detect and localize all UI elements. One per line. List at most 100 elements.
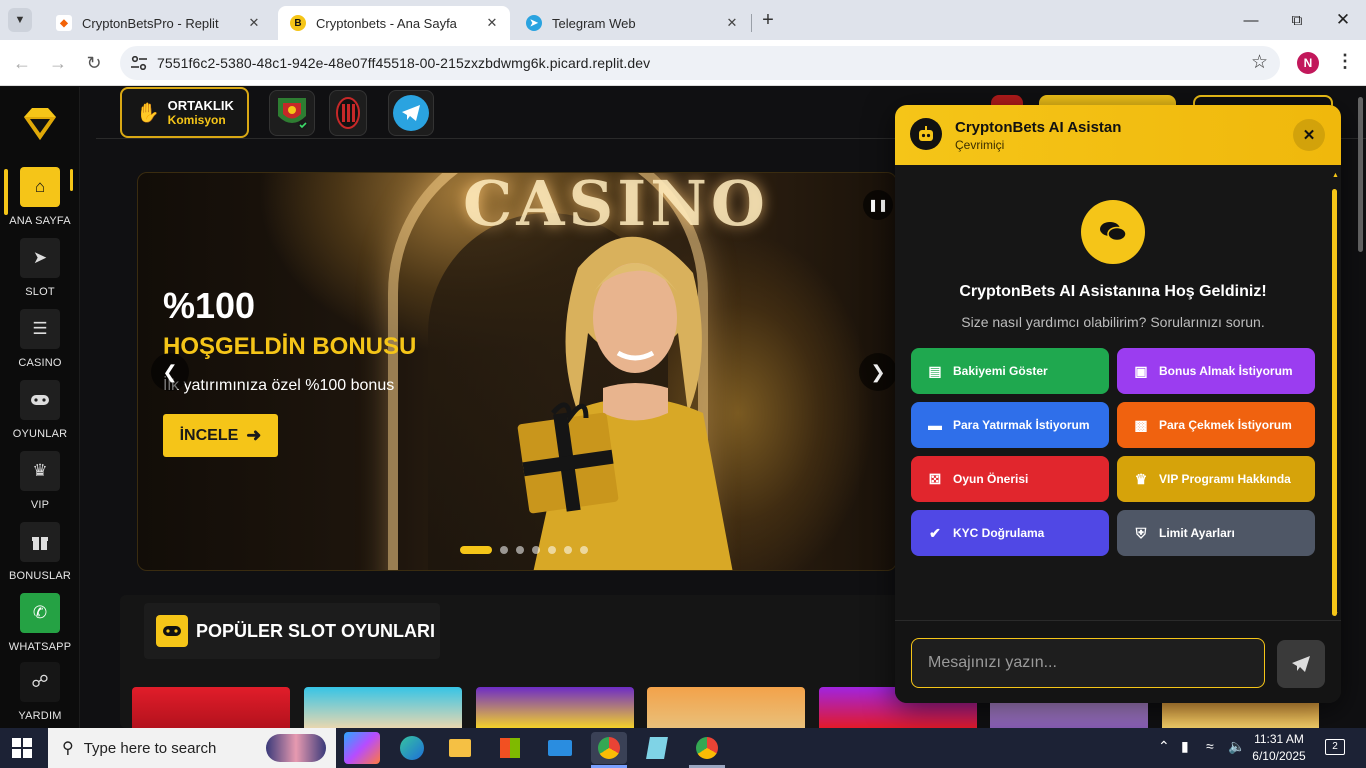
quick-action-button[interactable]: ▩ Para Çekmek İstiyorum (1117, 402, 1315, 448)
whatsapp-icon: ✆ (20, 593, 60, 633)
chat-header: CryptonBets AI Asistan Çevrimiçi ✕ (895, 105, 1341, 165)
game-thumbnail[interactable] (304, 687, 462, 728)
mail-icon[interactable] (542, 732, 578, 764)
page-scrollbar[interactable] (1358, 97, 1363, 252)
volume-icon[interactable]: 🔈 (1228, 738, 1245, 755)
taskbar-clock[interactable]: 11:31 AM 6/10/2025 (1248, 731, 1310, 765)
sidebar-item-casino[interactable]: ☰ CASINO (0, 309, 80, 375)
tab-title: Telegram Web (552, 15, 636, 31)
slider-dot[interactable] (532, 546, 540, 554)
slider-dot[interactable] (548, 546, 556, 554)
tab-cryptonbets[interactable]: B Cryptonbets - Ana Sayfa ✕ (278, 6, 510, 40)
slider-prev-button[interactable]: ❮ (151, 353, 189, 391)
windows-start-icon[interactable] (12, 738, 32, 758)
close-icon[interactable]: ✕ (484, 15, 500, 31)
minimize-button[interactable]: — (1228, 6, 1274, 34)
close-window-button[interactable]: ✕ (1320, 6, 1366, 34)
send-icon (1292, 656, 1310, 672)
address-bar[interactable]: 7551f6c2-5380-48c1-942e-48e07ff45518-00-… (120, 46, 1280, 80)
chat-message-input[interactable] (911, 638, 1265, 688)
bookmark-star-icon[interactable]: ☆ (1251, 51, 1268, 74)
restore-button[interactable]: ⧉ (1274, 6, 1320, 34)
sidebar-item-vip[interactable]: ♛ VIP (0, 451, 80, 517)
rocket-icon: ➤ (20, 238, 60, 278)
site-info-icon[interactable] (130, 54, 148, 72)
hero-slider: CASINO %100 HOŞGELDİN BONUSU İlk yatırım… (137, 172, 897, 571)
slider-dot[interactable] (500, 546, 508, 554)
slider-next-button[interactable]: ❯ (859, 353, 896, 391)
scroll-up-icon[interactable]: ▲ (1332, 172, 1339, 179)
file-explorer-icon[interactable] (442, 732, 478, 764)
partner-commission-button[interactable]: ✋ ORTAKLIK Komisyon (120, 87, 249, 138)
crown-icon: ♛ (1134, 470, 1148, 487)
slider-dot[interactable] (460, 546, 492, 554)
popular-section-title: POPÜLER SLOT OYUNLARI (196, 620, 436, 641)
quick-action-button[interactable]: ♛ VIP Programı Hakkında (1117, 456, 1315, 502)
menu-icon[interactable]: ⋮ (1336, 51, 1354, 72)
telegram-button[interactable] (388, 90, 434, 136)
copilot-icon[interactable] (344, 732, 380, 764)
chrome-icon[interactable] (689, 732, 725, 764)
microsoft-store-icon[interactable] (492, 732, 528, 764)
slider-dot[interactable] (580, 546, 588, 554)
quick-action-label: Para Yatırmak İstiyorum (953, 418, 1090, 432)
quick-action-label: Para Çekmek İstiyorum (1159, 418, 1292, 432)
forward-button[interactable]: → (46, 51, 70, 75)
home-icon: ⌂ (20, 167, 60, 207)
sidebar-item-bonuslar[interactable]: BONUSLAR (0, 522, 80, 588)
quick-action-button[interactable]: ▣ Bonus Almak İstiyorum (1117, 348, 1315, 394)
hero-cta-button[interactable]: İNCELE ➜ (163, 414, 278, 457)
game-thumbnail[interactable] (132, 687, 290, 728)
sidebar-item-oyunlar[interactable]: OYUNLAR (0, 380, 80, 446)
quick-action-label: Oyun Önerisi (953, 472, 1029, 486)
wifi-icon[interactable]: ≈ (1206, 738, 1214, 754)
slider-dot[interactable] (516, 546, 524, 554)
quick-action-button[interactable]: ✔ KYC Doğrulama (911, 510, 1109, 556)
search-icon: ⚲ (62, 740, 74, 757)
galatasaray-badge-button[interactable] (269, 90, 315, 136)
close-icon[interactable]: ✕ (246, 15, 262, 31)
sidebar-item-whatsapp[interactable]: ✆ WHATSAPP (0, 593, 80, 659)
windows-taskbar: ⚲ Type here to search ⌃ ▮ ≈ 🔈 11:31 AM 6… (0, 728, 1366, 768)
tab-telegram[interactable]: ➤ Telegram Web ✕ (514, 6, 750, 40)
robot-icon (910, 118, 942, 150)
quick-action-button[interactable]: ▤ Bakiyemi Göster (911, 348, 1109, 394)
scroll-down-icon[interactable]: ▼ (1332, 611, 1339, 618)
reload-button[interactable]: ↻ (82, 51, 106, 75)
tab-search-button[interactable]: ▼ (8, 8, 32, 32)
sidebar-item-ana-sayfa[interactable]: ⌂ ANA SAYFA (0, 167, 80, 233)
game-thumbnail[interactable] (647, 687, 805, 728)
back-button[interactable]: ← (10, 51, 34, 75)
slider-dot[interactable] (564, 546, 572, 554)
cryptonbets-logo-icon[interactable] (20, 105, 60, 143)
coins-icon: ☰ (20, 309, 60, 349)
ac-milan-logo-icon (336, 97, 360, 129)
new-tab-button[interactable]: + (756, 8, 780, 32)
taskbar-search-box[interactable]: ⚲ Type here to search (48, 728, 336, 768)
quick-action-button[interactable]: ▬ Para Yatırmak İstiyorum (911, 402, 1109, 448)
battery-icon[interactable]: ▮ (1181, 738, 1189, 755)
chrome-icon[interactable] (591, 732, 627, 764)
sidebar-item-slot[interactable]: ➤ SLOT (0, 238, 80, 304)
profile-avatar[interactable]: N (1297, 52, 1319, 74)
notepad-icon[interactable] (639, 732, 675, 764)
slider-pause-button[interactable]: ❚❚ (863, 190, 893, 220)
game-thumbnail[interactable] (476, 687, 634, 728)
edge-icon[interactable] (394, 732, 430, 764)
pause-icon: ❚❚ (867, 198, 889, 212)
quick-action-label: Limit Ayarları (1159, 526, 1235, 540)
tab-replit[interactable]: ◆ CryptonBetsPro - Replit ✕ (44, 6, 272, 40)
notification-center-button[interactable]: 2 (1325, 739, 1345, 755)
quick-action-button[interactable]: ⚄ Oyun Önerisi (911, 456, 1109, 502)
sidebar-item-yardim[interactable]: ☍ YARDIM (0, 662, 80, 728)
gamepad-icon (20, 380, 60, 420)
chat-scrollbar[interactable] (1332, 189, 1337, 616)
replit-icon: ◆ (56, 15, 72, 31)
chat-messages: CryptonBets AI Asistanına Hoş Geldiniz! … (895, 165, 1341, 620)
ac-milan-badge-button[interactable] (329, 90, 367, 136)
quick-action-button[interactable]: ⛨ Limit Ayarları (1117, 510, 1315, 556)
chat-send-button[interactable] (1277, 640, 1325, 688)
chat-close-button[interactable]: ✕ (1293, 119, 1325, 151)
close-icon[interactable]: ✕ (724, 15, 740, 31)
chevron-up-icon[interactable]: ⌃ (1158, 738, 1170, 755)
